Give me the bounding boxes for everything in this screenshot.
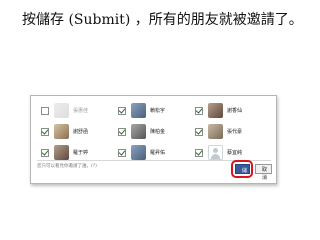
instruction-text: 按儲存 (Submit) ，所有的朋友就被邀請了。 (22, 12, 303, 28)
avatar (131, 103, 146, 118)
friend-checkbox[interactable] (41, 106, 49, 115)
save-button[interactable]: 儲存 (235, 164, 250, 184)
friend-item[interactable]: 張惠佳 (39, 100, 116, 121)
friend-row: 張惠佳 賴松宇 謝香仙 (39, 100, 271, 121)
friend-checkbox[interactable] (195, 148, 203, 157)
friend-checkbox[interactable] (118, 127, 126, 136)
friend-checkbox[interactable] (195, 106, 203, 115)
avatar (54, 103, 69, 118)
friend-item[interactable]: 賴松宇 (116, 100, 193, 121)
friend-name: 陳柏金 (150, 129, 166, 135)
avatar (54, 124, 69, 139)
friend-checkbox[interactable] (41, 127, 49, 136)
friend-name: 張惠佳 (73, 108, 89, 114)
default-avatar-icon (208, 145, 223, 160)
friend-name: 賴松宇 (150, 108, 166, 114)
friend-checkbox[interactable] (118, 148, 126, 157)
friend-checkbox[interactable] (195, 127, 203, 136)
invite-friends-dialog: 張惠佳 賴松宇 謝香仙 謝舒函 陳柏金 張代豪 羅于婷 羅昇佑 蔡宜純 您只可以… (30, 95, 277, 184)
friend-item[interactable]: 謝香仙 (193, 100, 270, 121)
cancel-button[interactable]: 取消 (255, 164, 272, 181)
friend-grid: 張惠佳 賴松宇 謝香仙 謝舒函 陳柏金 張代豪 羅于婷 羅昇佑 蔡宜純 (39, 100, 271, 163)
avatar (208, 124, 223, 139)
friend-name: 蔡宜純 (227, 150, 243, 156)
privacy-note: 您只可以看見你邀請了誰。(?) (37, 164, 97, 169)
avatar (208, 103, 223, 118)
friend-checkbox[interactable] (118, 106, 126, 115)
friend-checkbox[interactable] (41, 148, 49, 157)
avatar (131, 124, 146, 139)
friend-item[interactable]: 張代豪 (193, 121, 270, 142)
friend-name: 張代豪 (227, 129, 243, 135)
avatar (131, 145, 146, 160)
friend-name: 羅昇佑 (150, 150, 166, 156)
friend-name: 羅于婷 (73, 150, 89, 156)
friend-item[interactable]: 陳柏金 (116, 121, 193, 142)
avatar (54, 145, 69, 160)
friend-name: 謝香仙 (227, 108, 243, 114)
friend-row: 謝舒函 陳柏金 張代豪 (39, 121, 271, 142)
friend-name: 謝舒函 (73, 129, 89, 135)
friend-item[interactable]: 謝舒函 (39, 121, 116, 142)
